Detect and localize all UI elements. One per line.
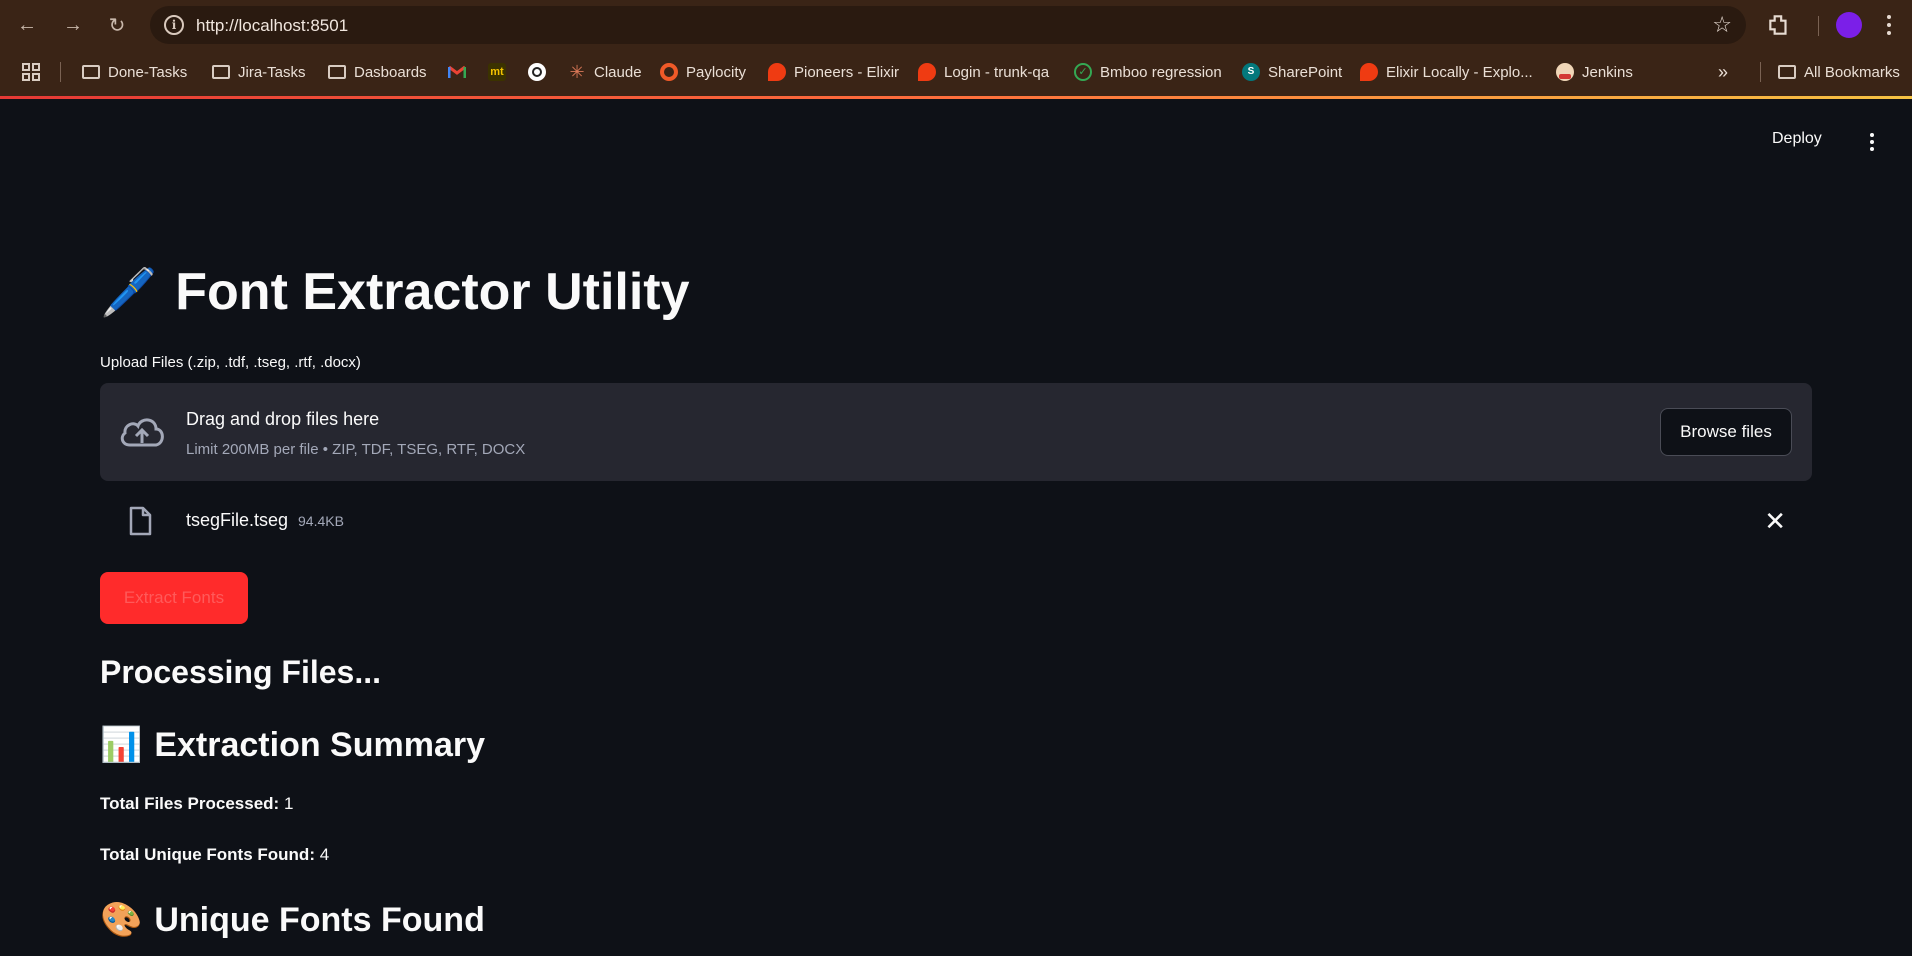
- stat-label: Total Files Processed:: [100, 794, 280, 813]
- dropzone-title: Drag and drop files here: [186, 409, 380, 429]
- bookmark-pioneers-elixir[interactable]: Pioneers - Elixir: [768, 62, 899, 82]
- elixir-icon: [768, 63, 786, 81]
- page-title: 🖊️ Font Extractor Utility: [100, 262, 690, 322]
- check-circle-icon: ✓: [1074, 63, 1092, 81]
- bookmark-label: All Bookmarks: [1804, 63, 1900, 81]
- summary-heading-text: Extraction Summary: [154, 725, 486, 764]
- elixir-icon: [918, 63, 936, 81]
- bookmark-openai[interactable]: [528, 62, 546, 82]
- mt-icon: mt: [488, 63, 506, 81]
- palette-icon: 🎨: [100, 901, 143, 939]
- upload-label: Upload Files (.zip, .tdf, .tseg, .rtf, .…: [100, 354, 361, 371]
- main-menu-icon[interactable]: [1866, 132, 1878, 152]
- bookmark-paylocity[interactable]: Paylocity: [660, 62, 746, 82]
- bookmarks-overflow-button[interactable]: »: [1718, 62, 1728, 82]
- bookmark-label: Done-Tasks: [108, 63, 188, 81]
- bookmark-label: Login - trunk-qa: [944, 63, 1050, 81]
- bookmark-label: Pioneers - Elixir: [794, 63, 900, 81]
- bookmark-jenkins[interactable]: Jenkins: [1556, 62, 1633, 82]
- browser-navbar: ← → ↻ i http://localhost:8501 ☆: [0, 0, 1912, 50]
- bookmarks-divider: [60, 62, 61, 82]
- extract-fonts-button[interactable]: Extract Fonts: [100, 572, 248, 624]
- address-bar[interactable]: i http://localhost:8501 ☆: [150, 6, 1746, 44]
- bookmark-dasboards[interactable]: Dasboards: [328, 62, 427, 82]
- all-bookmarks[interactable]: All Bookmarks: [1778, 62, 1900, 82]
- cloud-upload-icon: [120, 418, 164, 447]
- folder-icon: [212, 65, 230, 79]
- gmail-icon: [448, 65, 466, 78]
- unique-fonts-heading: 🎨 Unique Fonts Found: [100, 900, 485, 940]
- folder-icon: [1778, 65, 1796, 79]
- toolbar-divider: [1818, 16, 1819, 36]
- summary-heading: 📊 Extraction Summary: [100, 725, 485, 765]
- stat-total-files: Total Files Processed: 1: [100, 794, 293, 814]
- file-dropzone[interactable]: Drag and drop files here Limit 200MB per…: [100, 383, 1812, 481]
- bookmark-login-trunk-qa[interactable]: Login - trunk-qa: [918, 62, 1049, 82]
- deploy-button[interactable]: Deploy: [1772, 130, 1822, 148]
- file-name: tsegFile.tseg: [186, 510, 289, 530]
- bookmark-label: SharePoint: [1268, 63, 1343, 81]
- bookmark-label: Dasboards: [354, 63, 427, 81]
- folder-icon: [328, 65, 346, 79]
- stat-label: Total Unique Fonts Found:: [100, 845, 315, 864]
- file-icon: [129, 506, 152, 536]
- folder-icon: [82, 65, 100, 79]
- bookmark-label: Claude: [594, 63, 642, 81]
- browser-chrome: ← → ↻ i http://localhost:8501 ☆ Done-Tas…: [0, 0, 1912, 98]
- file-size: 94.4KB: [298, 513, 344, 529]
- page-title-text: Font Extractor Utility: [175, 263, 690, 321]
- profile-avatar[interactable]: [1836, 12, 1862, 38]
- bookmark-sharepoint[interactable]: S SharePoint: [1242, 62, 1342, 82]
- bookmark-jira-tasks[interactable]: Jira-Tasks: [212, 62, 306, 82]
- reload-icon[interactable]: ↻: [102, 10, 132, 40]
- address-url[interactable]: http://localhost:8501: [196, 16, 348, 36]
- bar-chart-icon: 📊: [100, 726, 143, 764]
- app-header-decoration: [0, 96, 1912, 99]
- claude-icon: ✳: [569, 62, 585, 82]
- extensions-icon[interactable]: [1766, 12, 1792, 38]
- dropzone-subtitle: Limit 200MB per file • ZIP, TDF, TSEG, R…: [186, 441, 526, 458]
- bookmark-label: Paylocity: [686, 63, 747, 81]
- bookmark-elixir-locally[interactable]: Elixir Locally - Explo...: [1360, 62, 1533, 82]
- bookmark-claude[interactable]: ✳ Claude: [568, 62, 642, 82]
- bookmark-star-icon[interactable]: ☆: [1712, 12, 1732, 38]
- apps-grid-icon[interactable]: [22, 63, 40, 81]
- sharepoint-icon: S: [1242, 63, 1260, 81]
- elixir-icon: [1360, 63, 1378, 81]
- paylocity-icon: [660, 63, 678, 81]
- bookmark-label: Jenkins: [1582, 63, 1633, 81]
- bookmark-label: Elixir Locally - Explo...: [1386, 63, 1533, 81]
- bookmarks-divider: [1760, 62, 1761, 82]
- stat-value: 1: [283, 794, 294, 813]
- bookmark-label: Jira-Tasks: [238, 63, 306, 81]
- processing-heading: Processing Files...: [100, 654, 381, 690]
- site-info-icon[interactable]: i: [164, 15, 184, 35]
- uploaded-file-row: tsegFile.tseg 94.4KB ✕: [100, 500, 1812, 544]
- bookmark-gmail[interactable]: [448, 62, 466, 82]
- stat-unique-fonts: Total Unique Fonts Found: 4: [100, 845, 329, 865]
- remove-file-icon[interactable]: ✕: [1764, 506, 1786, 537]
- bookmarks-bar: Done-Tasks Jira-Tasks Dasboards mt ✳ Cla…: [0, 54, 1912, 90]
- openai-icon: [528, 63, 546, 81]
- back-icon[interactable]: ←: [12, 10, 42, 40]
- bookmark-label: Bmboo regression: [1100, 63, 1222, 81]
- bookmark-mt[interactable]: mt: [488, 62, 506, 82]
- unique-fonts-heading-text: Unique Fonts Found: [154, 900, 485, 939]
- jenkins-icon: [1556, 63, 1574, 81]
- forward-icon[interactable]: →: [58, 10, 88, 40]
- stat-value: 4: [319, 845, 330, 864]
- bookmark-done-tasks[interactable]: Done-Tasks: [82, 62, 187, 82]
- bookmark-bmboo-regression[interactable]: ✓ Bmboo regression: [1074, 62, 1222, 82]
- pen-icon: 🖊️: [100, 265, 158, 318]
- browse-files-button[interactable]: Browse files: [1660, 408, 1792, 456]
- browser-menu-icon[interactable]: [1880, 12, 1898, 38]
